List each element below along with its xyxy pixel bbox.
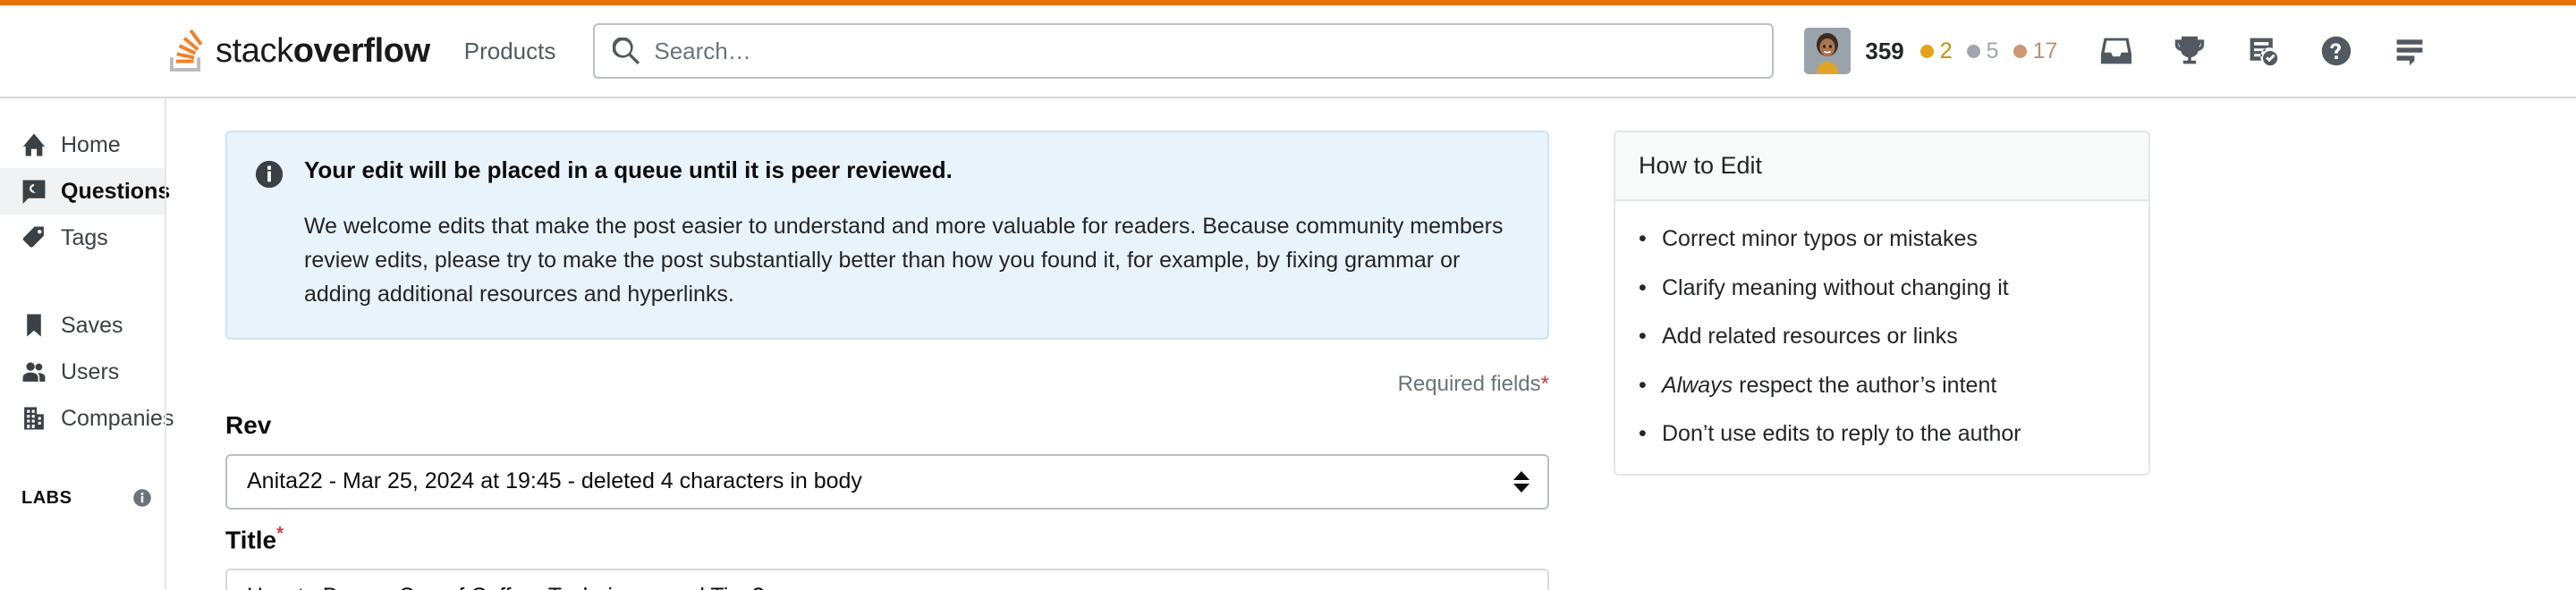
help-icon[interactable]: [2318, 33, 2354, 69]
title-input[interactable]: [225, 569, 1549, 590]
edit-form-column: Your edit will be placed in a queue unti…: [225, 131, 1549, 590]
required-fields-star: *: [1540, 371, 1549, 396]
labs-title: LABS: [21, 487, 72, 508]
list-item: • Don’t use edits to reply to the author: [1639, 419, 2125, 449]
trophy-icon[interactable]: [2172, 33, 2207, 69]
gold-badge-icon: [1919, 44, 1934, 58]
notice-body: Your edit will be placed in a queue unti…: [304, 156, 1521, 311]
how-to-edit-column: How to Edit • Correct minor typos or mis…: [1614, 131, 2150, 590]
sidebar-item-home[interactable]: Home: [0, 122, 166, 168]
sidebar-labs-section: LABS: [0, 483, 166, 513]
sidebar-nav: Home Questions Tags Saves Users Companie…: [0, 122, 174, 513]
left-sidebar: Home Questions Tags Saves Users Companie…: [0, 98, 174, 590]
header-user-area: 359 2 5 17: [1804, 28, 2428, 74]
inbox-icon[interactable]: [2098, 33, 2134, 69]
search-input[interactable]: [654, 37, 1755, 65]
header-icon-buttons: [2098, 33, 2428, 69]
sidebar-item-tags[interactable]: Tags: [0, 215, 166, 261]
rev-select[interactable]: Anita22 - Mar 25, 2024 at 19:45 - delete…: [225, 453, 1549, 510]
bookmark-icon: [21, 313, 47, 338]
notice-title: Your edit will be placed in a queue unti…: [304, 156, 953, 183]
info-circle-icon: [254, 159, 284, 190]
sidebar-item-companies[interactable]: Companies: [0, 395, 174, 442]
logo-text: stackoverflow: [216, 32, 430, 71]
bronze-badge-icon: [2012, 44, 2027, 58]
how-to-edit-card: How to Edit • Correct minor typos or mis…: [1614, 131, 2150, 476]
reputation-count[interactable]: 359: [1865, 38, 1903, 65]
sidebar-item-label: Questions: [61, 178, 171, 204]
list-item-text: respect the author’s intent: [1739, 372, 1997, 398]
review-queue-icon[interactable]: [2245, 33, 2281, 69]
search-bar[interactable]: [593, 23, 1775, 79]
list-item: • Clarify meaning without changing it: [1639, 274, 2125, 303]
how-to-edit-heading: How to Edit: [1615, 132, 2148, 201]
notice-text: We welcome edits that make the post easi…: [304, 213, 1504, 307]
home-icon: [21, 132, 47, 157]
sidebar-item-label: Companies: [61, 405, 174, 431]
products-link[interactable]: Products: [464, 38, 556, 65]
title-label-text: Title: [225, 526, 277, 554]
logo-text-bold: overflow: [292, 31, 430, 70]
title-label: Title*: [225, 524, 1549, 554]
main-content: Your edit will be placed in a queue unti…: [166, 98, 2576, 590]
chevron-updown-icon: [1513, 470, 1530, 493]
building-icon: [21, 406, 47, 431]
list-item-text: Don’t use edits to reply to the author: [1662, 421, 2021, 446]
list-item-emphasis-wrap: Always respect the author’s intent: [1662, 371, 1996, 400]
sidebar-divider: [165, 98, 166, 590]
site-header: stackoverflow Products 359: [0, 5, 2576, 98]
bullet-icon: •: [1639, 421, 1647, 446]
hamburger-menu-icon[interactable]: [2392, 33, 2428, 69]
sidebar-item-users[interactable]: Users: [0, 349, 166, 395]
list-item-text: Clarify meaning without changing it: [1662, 274, 2009, 300]
stackoverflow-logo-icon: [166, 29, 204, 73]
gold-badge-count: 2: [1939, 38, 1953, 63]
sidebar-item-saves[interactable]: Saves: [0, 302, 166, 349]
questions-icon: [21, 179, 47, 204]
rev-select-value: Anita22 - Mar 25, 2024 at 19:45 - delete…: [247, 468, 862, 494]
list-item: • Add related resources or links: [1639, 322, 2125, 351]
sidebar-item-questions[interactable]: Questions: [0, 168, 170, 215]
bronze-badge[interactable]: 17: [2012, 38, 2058, 64]
list-item: • Always respect the author’s intent: [1639, 371, 2125, 400]
silver-badge[interactable]: 5: [1966, 38, 1999, 64]
required-fields-label: Required fields: [1397, 371, 1541, 396]
tag-icon: [21, 225, 47, 250]
sidebar-item-label: Saves: [61, 312, 123, 338]
title-required-star: *: [276, 523, 284, 544]
bullet-icon: •: [1639, 324, 1647, 349]
required-fields-note: Required fields*: [225, 372, 1549, 397]
gold-badge[interactable]: 2: [1919, 38, 1953, 64]
stackoverflow-logo[interactable]: stackoverflow: [166, 29, 430, 73]
page-body: Home Questions Tags Saves Users Companie…: [0, 98, 2576, 590]
how-to-edit-list: • Correct minor typos or mistakes • Clar…: [1615, 201, 2148, 474]
silver-badge-count: 5: [1986, 38, 1999, 63]
list-item: • Correct minor typos or mistakes: [1639, 224, 2125, 254]
badge-counts: 2 5 17: [1919, 38, 2058, 64]
rev-label-text: Rev: [225, 410, 272, 439]
list-item-emphasis: Always: [1662, 372, 1733, 398]
bullet-icon: •: [1639, 372, 1647, 398]
bronze-badge-count: 17: [2032, 38, 2058, 63]
sidebar-item-label: Users: [61, 358, 120, 384]
silver-badge-icon: [1966, 44, 1980, 58]
logo-text-light: stack: [216, 31, 293, 70]
info-icon[interactable]: [132, 488, 152, 508]
bullet-icon: •: [1639, 274, 1647, 300]
users-icon: [21, 359, 47, 384]
edit-queue-notice: Your edit will be placed in a queue unti…: [225, 131, 1549, 340]
search-icon: [612, 37, 640, 64]
list-item-text: Add related resources or links: [1662, 324, 1958, 349]
rev-label: Rev: [225, 411, 1549, 440]
list-item-text: Correct minor typos or mistakes: [1662, 226, 1978, 251]
sidebar-item-label: Tags: [61, 224, 108, 250]
bullet-icon: •: [1639, 226, 1647, 251]
sidebar-item-label: Home: [61, 131, 121, 157]
avatar[interactable]: [1804, 28, 1852, 74]
